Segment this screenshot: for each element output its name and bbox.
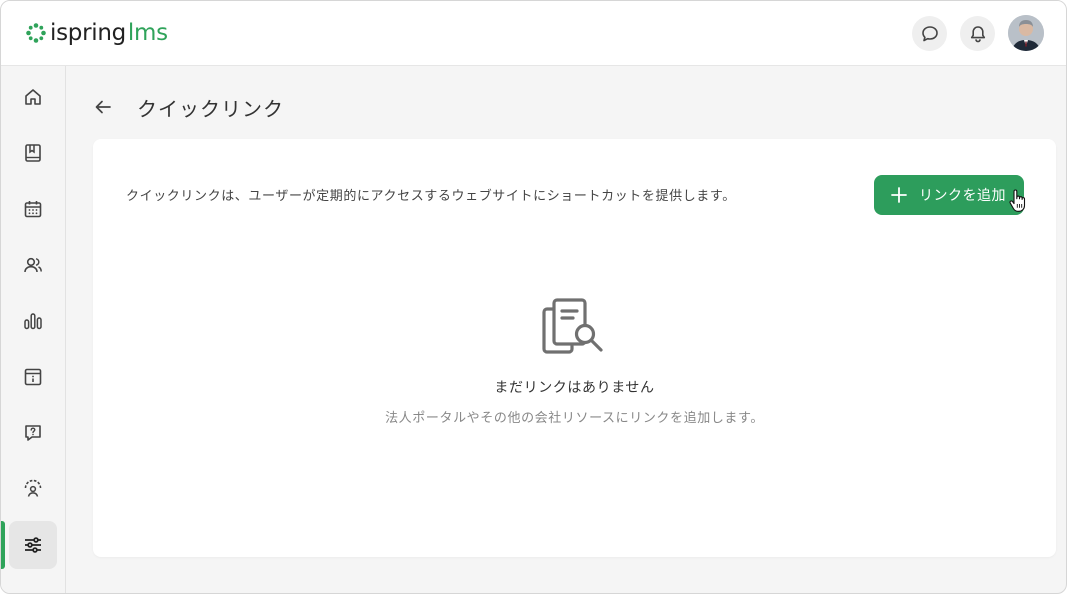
sidebar-item-users[interactable]: [9, 241, 57, 289]
back-button[interactable]: [93, 95, 117, 119]
sidebar-item-help[interactable]: [9, 409, 57, 457]
add-link-label: リンクを追加: [919, 188, 1006, 204]
book-icon: [25, 144, 41, 162]
home-icon: [25, 89, 41, 105]
sidebar-item-calendar[interactable]: [9, 185, 57, 233]
question-chat-icon: [25, 425, 41, 441]
sidebar-item-info[interactable]: [9, 353, 57, 401]
sidebar-item-feedback[interactable]: [9, 465, 57, 513]
page-header: クイックリンク: [91, 89, 284, 125]
chat-button[interactable]: [912, 16, 947, 51]
empty-document-search-icon: [542, 298, 603, 354]
arrow-left-icon: [95, 100, 111, 114]
sidebar-item-settings[interactable]: [9, 521, 57, 569]
sliders-icon: [25, 537, 41, 553]
bell-icon: [970, 25, 985, 42]
active-indicator: [1, 521, 5, 569]
user-feedback-icon: [24, 479, 42, 497]
page-description: クイックリンクは、ユーザーが定期的にアクセスするウェブサイトにショートカットを提…: [126, 189, 736, 204]
add-link-button[interactable]: リンクを追加: [874, 175, 1024, 215]
sidebar: [1, 66, 66, 593]
chat-bubble-icon: [921, 25, 938, 41]
notifications-button[interactable]: [960, 16, 995, 51]
user-avatar[interactable]: [1008, 15, 1044, 51]
hand-cursor-icon: [1009, 189, 1026, 212]
user-photo-icon: [1008, 15, 1044, 51]
sidebar-item-reports[interactable]: [9, 297, 57, 345]
calendar-icon: [24, 201, 42, 218]
sidebar-item-library[interactable]: [9, 129, 57, 177]
sidebar-item-home[interactable]: [9, 73, 57, 121]
empty-state-title: まだリンクはありません: [494, 380, 655, 396]
users-icon: [24, 257, 42, 273]
top-bar: ispringlms: [1, 1, 1066, 66]
logo-text: ispringlms: [50, 20, 168, 46]
info-calendar-icon: [24, 368, 42, 386]
plus-icon: [891, 187, 907, 203]
app-window: ispringlms クイックリンク クイックリンクは、ユーザーが定期的にアクセ…: [0, 0, 1067, 594]
empty-state-subtitle: 法人ポータルやその他の会社リソースにリンクを追加します。: [385, 411, 764, 426]
ispring-lms-logo[interactable]: ispringlms: [25, 18, 168, 48]
bar-chart-icon: [24, 313, 42, 330]
page-title: クイックリンク: [137, 96, 284, 121]
quick-links-card: クイックリンクは、ユーザーが定期的にアクセスするウェブサイトにショートカットを提…: [93, 139, 1056, 557]
ispring-logo-icon: [26, 23, 46, 43]
